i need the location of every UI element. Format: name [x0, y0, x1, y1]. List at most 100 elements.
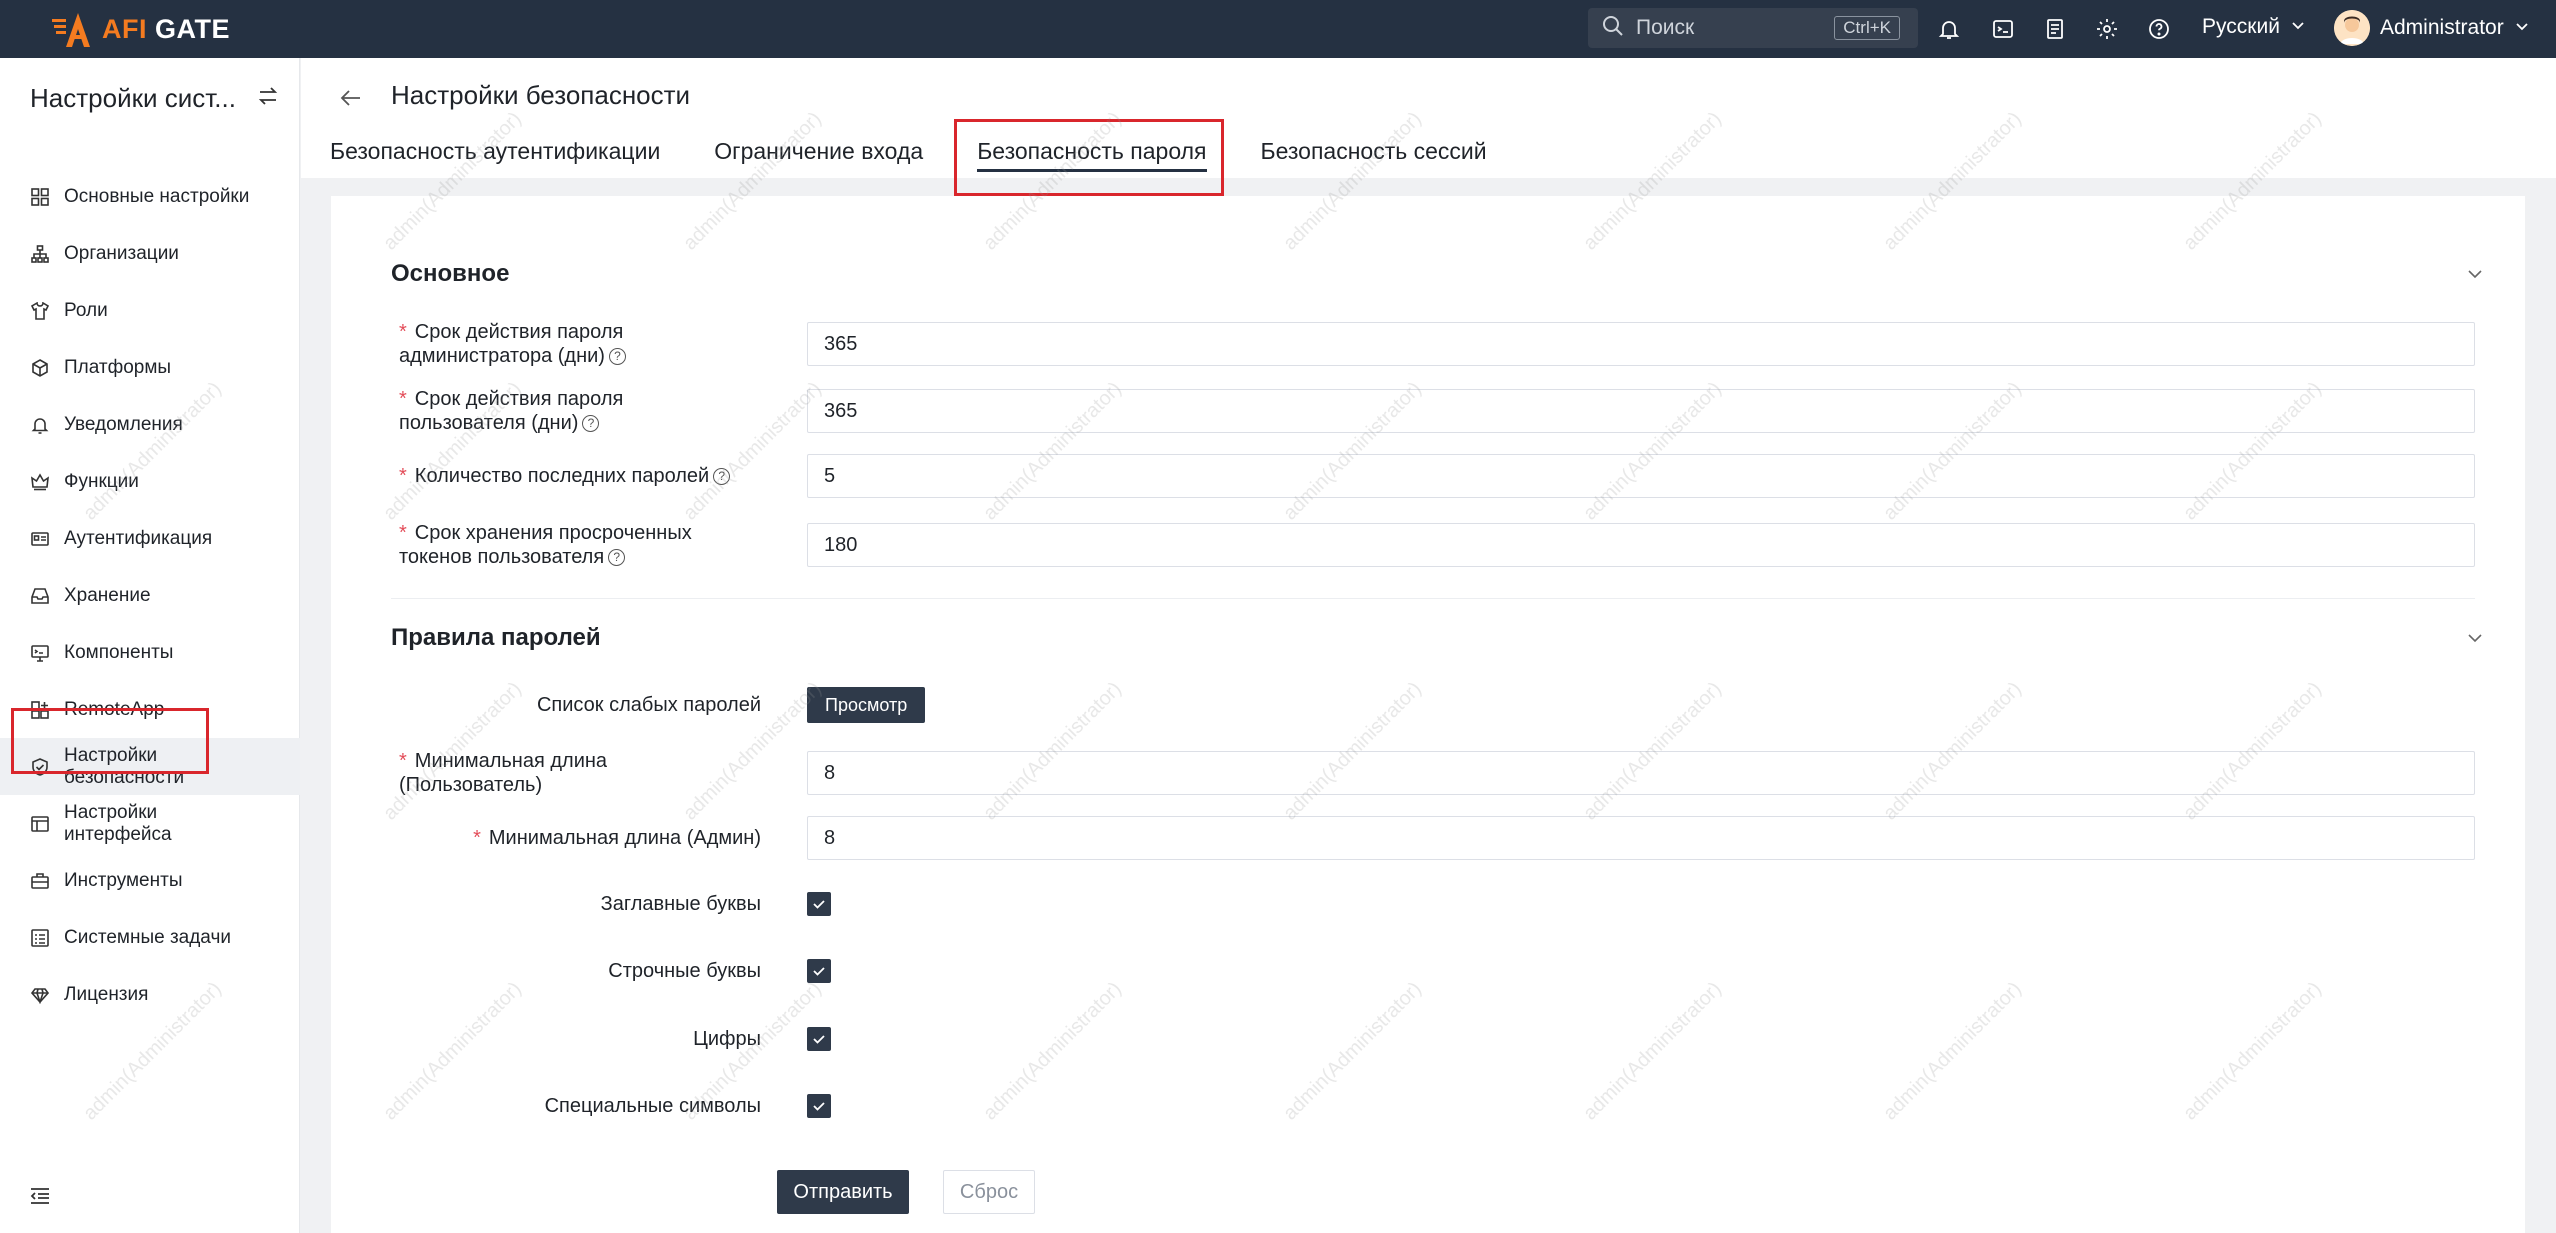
sidebar-item-label: Системные задачи — [64, 926, 231, 948]
chevron-down-icon[interactable] — [2465, 264, 2485, 284]
admin-expiry-label-2: администратора (дни) — [399, 345, 605, 367]
tab-session-security[interactable]: Безопасность сессий — [1261, 130, 1487, 178]
sidebar-item-security[interactable]: Настройки безопасности — [0, 738, 300, 795]
search-input[interactable] — [1636, 16, 1826, 40]
gear-icon[interactable] — [2092, 14, 2122, 44]
bell-icon — [30, 415, 50, 435]
admin-password-expiry-row: * Срок действия пароля администратора (дн… — [391, 320, 2475, 368]
sidebar-nav: Основные настройки Организации Роли Плат… — [0, 168, 300, 1023]
min-length-user-row: * Минимальная длина (Пользователь) — [391, 749, 2475, 797]
weak-list-label: Список слабых паролей — [536, 694, 761, 716]
user-expiry-label-2: пользователя (дни) — [399, 412, 579, 434]
user-expiry-label: Срок действия пароля — [414, 388, 624, 410]
history-input[interactable] — [807, 454, 2475, 498]
sidebar-item-tasks[interactable]: Системные задачи — [0, 909, 300, 966]
tab-auth-security[interactable]: Безопасность аутентификации — [330, 130, 660, 178]
token-retention-label-2: токенов пользователя — [399, 546, 605, 568]
reset-button[interactable]: Сброс — [943, 1170, 1035, 1214]
lowercase-row: Строчные буквы — [391, 956, 2475, 986]
clipboard-icon[interactable] — [2040, 14, 2070, 44]
logo-text-suffix: GATE — [155, 13, 231, 44]
special-chars-row: Специальные символы — [391, 1091, 2475, 1121]
avatar — [2334, 10, 2370, 46]
weak-password-list-row: Список слабых паролей Просмотр — [391, 687, 2475, 723]
sidebar-item-basic[interactable]: Основные настройки — [0, 168, 300, 225]
sidebar-item-label: Организации — [64, 242, 179, 264]
chevron-down-icon — [2290, 15, 2306, 39]
page-header: Настройки безопасности Безопасность ауте… — [301, 58, 2556, 178]
user-name: Administrator — [2380, 16, 2504, 39]
cube-icon — [30, 358, 50, 378]
search-shortcut: Ctrl+K — [1834, 16, 1900, 40]
view-weak-list-button[interactable]: Просмотр — [807, 687, 926, 723]
sidebar-item-label: интерфейса — [64, 823, 172, 845]
org-icon — [30, 244, 50, 264]
back-arrow-icon[interactable] — [339, 86, 363, 110]
sidebar-item-authentication[interactable]: Аутентификация — [0, 510, 300, 567]
sidebar-item-label: Основные настройки — [64, 185, 250, 207]
sidebar-item-platforms[interactable]: Платформы — [0, 339, 300, 396]
help-icon[interactable]: ? — [713, 468, 731, 486]
window-icon — [30, 814, 50, 834]
help-icon[interactable] — [2144, 14, 2174, 44]
inbox-icon — [30, 586, 50, 606]
help-icon[interactable]: ? — [608, 348, 626, 366]
min-admin-label: Минимальная длина (Админ) — [488, 827, 761, 849]
sidebar-item-interface[interactable]: Настройки интерфейса — [0, 795, 300, 852]
lowercase-checkbox[interactable] — [807, 959, 831, 983]
sidebar-item-remoteapp[interactable]: RemoteApp — [0, 681, 300, 738]
top-bar: AFI GATE Ctrl+K Русский Administrator — [0, 0, 2556, 58]
shirt-icon — [30, 301, 50, 321]
history-label: Количество последних паролей — [414, 465, 710, 487]
language-selector[interactable]: Русский — [2202, 15, 2306, 39]
sidebar-item-notifications[interactable]: Уведомления — [0, 396, 300, 453]
sidebar-item-components[interactable]: Компоненты — [0, 624, 300, 681]
tab-password-security[interactable]: Безопасность пароля — [977, 130, 1207, 178]
min-length-admin-input[interactable] — [807, 816, 2475, 860]
chevron-down-icon[interactable] — [2465, 628, 2485, 648]
admin-expiry-input[interactable] — [807, 322, 2475, 366]
sidebar-item-label: Настройки — [64, 801, 158, 823]
sidebar-item-label: Хранение — [64, 584, 151, 606]
terminal-icon[interactable] — [1988, 14, 2018, 44]
sidebar-item-label: Аутентификация — [64, 527, 213, 549]
submit-button[interactable]: Отправить — [777, 1170, 909, 1214]
shield-icon — [30, 757, 50, 777]
min-length-user-input[interactable] — [807, 751, 2475, 795]
sidebar-item-roles[interactable]: Роли — [0, 282, 300, 339]
token-retention-row: * Срок хранения просроченных токенов поль… — [391, 521, 2475, 569]
sidebar-item-orgs[interactable]: Организации — [0, 225, 300, 282]
bell-icon[interactable] — [1934, 14, 1964, 44]
sidebar-item-license[interactable]: Лицензия — [0, 966, 300, 1023]
user-menu[interactable]: Administrator — [2334, 10, 2530, 46]
digits-checkbox[interactable] — [807, 1027, 831, 1051]
sidebar-item-tools[interactable]: Инструменты — [0, 852, 300, 909]
sidebar-item-label: Компоненты — [64, 641, 174, 663]
help-icon[interactable]: ? — [608, 549, 626, 567]
logo-text-prefix: AFI — [102, 13, 147, 44]
sidebar-item-storage[interactable]: Хранение — [0, 567, 300, 624]
switch-icon[interactable] — [256, 84, 280, 113]
logo-mark-icon — [52, 9, 96, 49]
logo[interactable]: AFI GATE — [52, 8, 230, 50]
sidebar-item-features[interactable]: Функции — [0, 453, 300, 510]
min-length-admin-row: * Минимальная длина (Админ) — [391, 816, 2475, 860]
sidebar-item-label: Настройки — [64, 744, 158, 766]
uppercase-row: Заглавные буквы — [391, 889, 2475, 919]
toolbox-icon — [30, 871, 50, 891]
sidebar-title: Настройки сист... — [30, 82, 236, 113]
user-expiry-input[interactable] — [807, 389, 2475, 433]
uppercase-checkbox[interactable] — [807, 892, 831, 916]
collapse-sidebar-icon[interactable] — [28, 1184, 52, 1208]
sidebar-item-label: Функции — [64, 470, 139, 492]
special-chars-checkbox[interactable] — [807, 1094, 831, 1118]
sidebar-item-label: Уведомления — [64, 413, 183, 435]
help-icon[interactable]: ? — [582, 415, 600, 433]
token-retention-input[interactable] — [807, 523, 2475, 567]
sidebar-item-label: Лицензия — [64, 983, 149, 1005]
tab-login-restriction[interactable]: Ограничение входа — [714, 130, 923, 178]
search-box[interactable]: Ctrl+K — [1588, 8, 1918, 48]
language-label: Русский — [2202, 15, 2280, 38]
special-label: Специальные символы — [544, 1095, 761, 1117]
section-divider — [391, 598, 2475, 599]
